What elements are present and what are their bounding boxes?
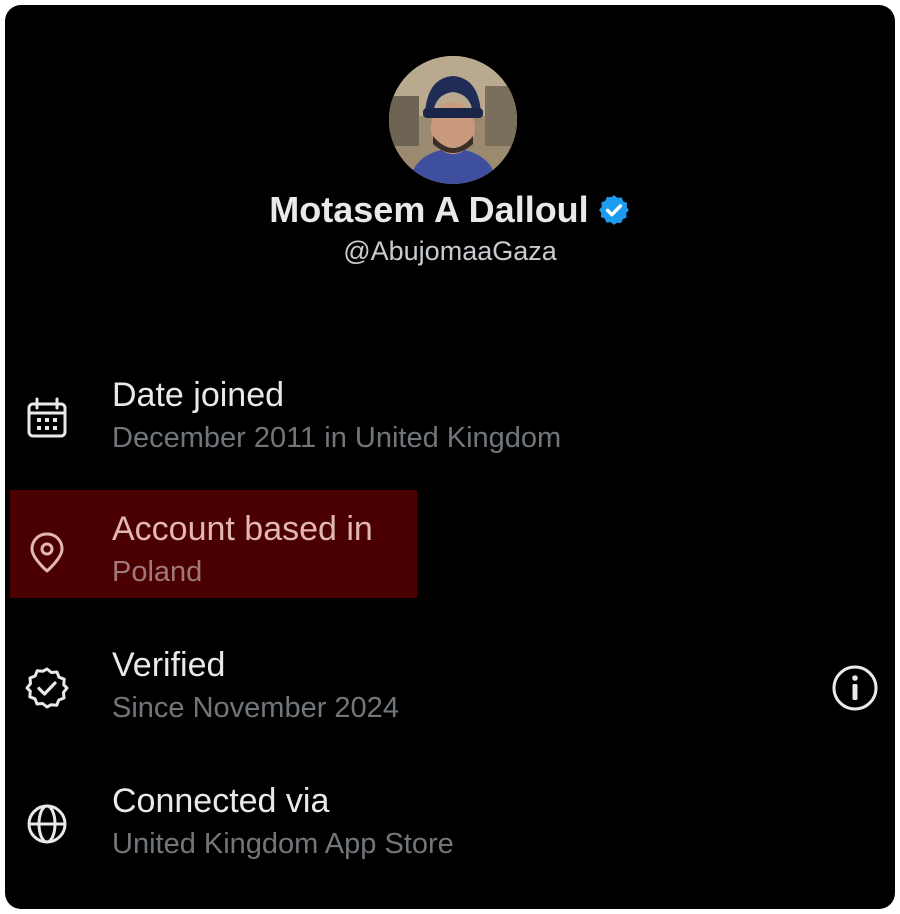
calendar-icon bbox=[27, 397, 67, 438]
avatar[interactable] bbox=[389, 56, 517, 184]
date-joined-row: Date joined December 2011 in United King… bbox=[0, 376, 900, 486]
location-pin-icon bbox=[30, 532, 64, 573]
profile-name: Motasem A Dalloul bbox=[269, 189, 589, 230]
date-joined-label: Date joined bbox=[112, 376, 285, 414]
connected-via-row: Connected via United Kingdom App Store bbox=[0, 782, 900, 892]
verified-row: Verified Since November 2024 bbox=[0, 646, 900, 756]
globe-icon bbox=[27, 804, 67, 844]
account-based-in-value: Poland bbox=[112, 556, 203, 588]
avatar-image bbox=[389, 56, 517, 184]
account-based-in-row: Account based in Poland bbox=[0, 510, 900, 620]
verified-check-icon bbox=[25, 667, 69, 709]
profile-name-row: Motasem A Dalloul bbox=[0, 188, 900, 232]
connected-via-label: Connected via bbox=[112, 782, 330, 820]
verified-badge-icon bbox=[598, 195, 629, 225]
verified-label: Verified bbox=[112, 646, 226, 684]
account-based-in-label: Account based in bbox=[112, 510, 373, 548]
profile-handle: @AbujomaaGaza bbox=[343, 236, 557, 266]
connected-via-value: United Kingdom App Store bbox=[112, 828, 454, 860]
verified-value: Since November 2024 bbox=[112, 692, 399, 724]
date-joined-value: December 2011 in United Kingdom bbox=[112, 422, 562, 454]
info-icon[interactable] bbox=[831, 664, 879, 712]
